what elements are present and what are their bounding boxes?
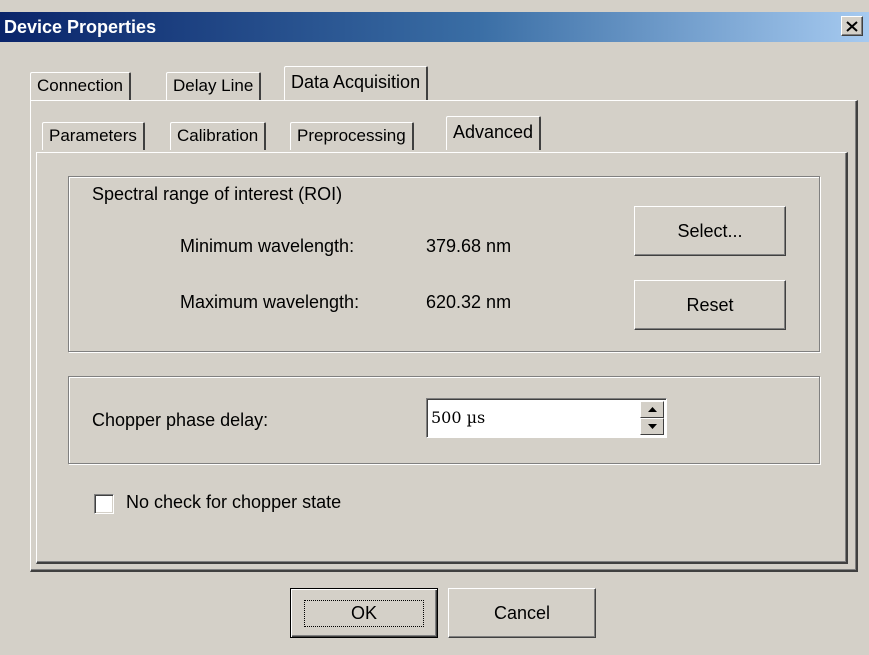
tab-connection[interactable]: Connection: [30, 72, 132, 100]
close-icon: [846, 20, 858, 32]
spin-up-button[interactable]: [640, 401, 664, 418]
chopper-phase-delay-label: Chopper phase delay:: [92, 410, 269, 430]
max-wavelength-label: Maximum wavelength:: [180, 292, 360, 312]
device-properties-dialog: Device Properties Connection Delay Line …: [0, 0, 869, 655]
tab-calibration[interactable]: Calibration: [170, 122, 267, 150]
tab-preprocessing[interactable]: Preprocessing: [290, 122, 414, 150]
window-title: Device Properties: [4, 17, 157, 37]
chopper-phase-delay-spinner[interactable]: 500 µs: [426, 398, 667, 438]
min-wavelength-label: Minimum wavelength:: [180, 236, 355, 256]
tab-parameters[interactable]: Parameters: [42, 122, 145, 150]
no-check-chopper-checkbox[interactable]: [94, 494, 114, 514]
select-button[interactable]: Select...: [634, 206, 786, 256]
reset-button[interactable]: Reset: [634, 280, 786, 330]
tab-data-acquisition[interactable]: Data Acquisition: [284, 66, 429, 100]
arrow-down-icon: [647, 424, 657, 429]
roi-group-title: Spectral range of interest (ROI): [92, 184, 343, 204]
max-wavelength-value: 620.32 nm: [426, 292, 512, 312]
spinner-buttons: [640, 401, 664, 435]
title-bar[interactable]: Device Properties: [0, 12, 869, 42]
tab-delay-line[interactable]: Delay Line: [166, 72, 262, 100]
min-wavelength-value: 379.68 nm: [426, 236, 512, 256]
ok-button-label: OK: [303, 599, 424, 627]
cancel-button[interactable]: Cancel: [448, 588, 596, 638]
tab-advanced[interactable]: Advanced: [446, 116, 542, 150]
close-button[interactable]: [841, 16, 863, 36]
ok-button[interactable]: OK: [290, 588, 438, 638]
chopper-phase-delay-value[interactable]: 500 µs: [431, 408, 485, 427]
no-check-chopper-label[interactable]: No check for chopper state: [126, 492, 341, 513]
arrow-up-icon: [647, 407, 657, 412]
spin-down-button[interactable]: [640, 418, 664, 435]
